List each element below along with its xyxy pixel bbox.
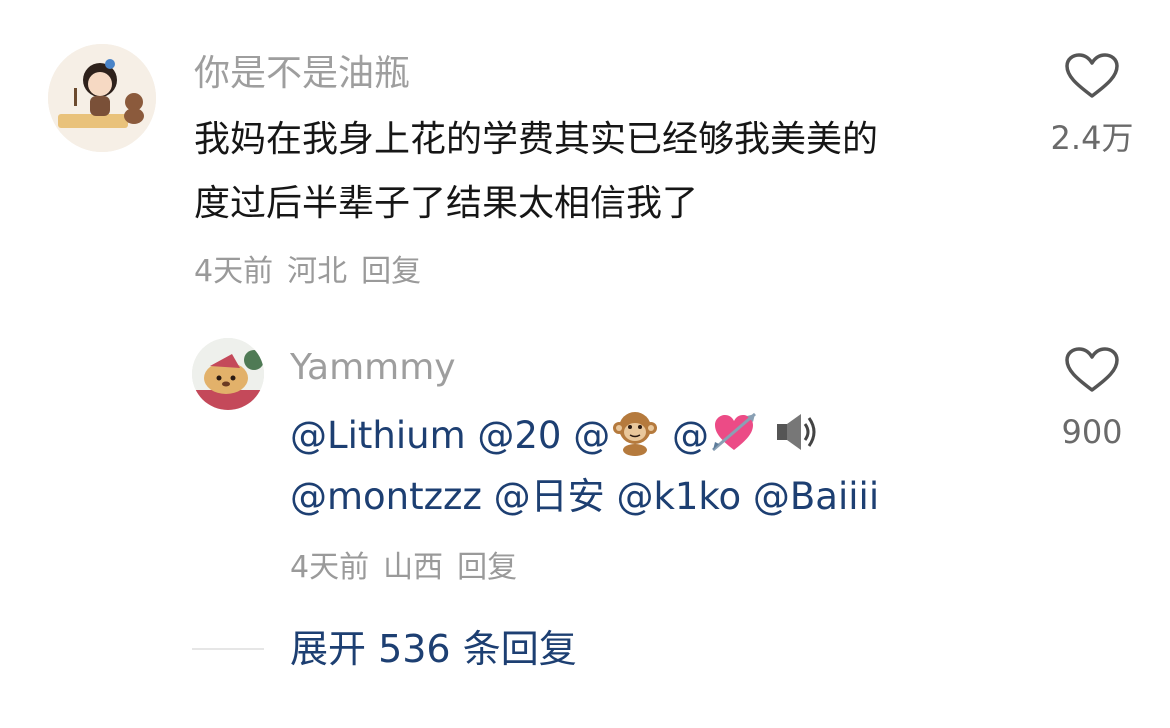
bear-avatar-illustration <box>192 338 264 410</box>
mention-monkey[interactable]: @ <box>573 412 660 457</box>
heart-outline-icon <box>1065 347 1119 392</box>
mention-20[interactable]: @20 <box>477 414 561 457</box>
expand-replies-button[interactable]: 展开 536 条回复 <box>290 626 577 672</box>
comment-like-button[interactable] <box>1064 52 1120 100</box>
comment-location: 河北 <box>287 254 348 289</box>
expand-divider <box>192 648 264 650</box>
mention-rian[interactable]: @日安 <box>494 475 605 518</box>
comment-text-line-2: 度过后半辈子了结果太相信我了 <box>194 183 699 224</box>
speaker-emoji-icon <box>771 408 821 467</box>
comment-like-count: 2.4万 <box>1050 119 1134 157</box>
reply-mentions-line-2: @montzzz @日安 @k1ko @Baiiii <box>290 474 879 520</box>
comment-avatar[interactable] <box>48 44 156 152</box>
comment-username[interactable]: 你是不是油瓶 <box>194 52 410 96</box>
mention-monkey-prefix: @ <box>573 414 611 457</box>
comment-meta: 4天前 河北 回复 <box>194 252 435 292</box>
mention-montzzz[interactable]: @montzzz <box>290 475 482 518</box>
reply-time: 4天前 <box>290 550 370 585</box>
mention-heart[interactable]: @ <box>672 412 759 457</box>
comment-text-line-1: 我妈在我身上花的学费其实已经够我美美的 <box>194 119 879 160</box>
girl-avatar-illustration <box>48 44 156 152</box>
reply-mentions-line-1: @Lithium @20 @ @ <box>290 408 821 467</box>
reply-like-count: 900 <box>1061 413 1123 451</box>
reply-meta: 4天前 山西 回复 <box>290 548 531 588</box>
comment-reply-button[interactable]: 回复 <box>361 254 421 289</box>
reply-username[interactable]: Yammmy <box>290 346 456 390</box>
reply-like-button[interactable] <box>1064 346 1120 394</box>
reply-avatar[interactable] <box>192 338 264 410</box>
mention-lithium[interactable]: @Lithium <box>290 414 466 457</box>
mention-k1ko[interactable]: @k1ko <box>616 475 741 518</box>
heart-outline-icon <box>1065 53 1119 98</box>
mention-heart-prefix: @ <box>672 414 710 457</box>
heart-arrow-emoji-icon <box>709 408 759 467</box>
comment-time: 4天前 <box>194 254 274 289</box>
monkey-emoji-icon <box>610 408 660 467</box>
mention-baiiii[interactable]: @Baiiii <box>753 475 879 518</box>
reply-location: 山西 <box>383 550 444 585</box>
reply-reply-button[interactable]: 回复 <box>457 550 517 585</box>
